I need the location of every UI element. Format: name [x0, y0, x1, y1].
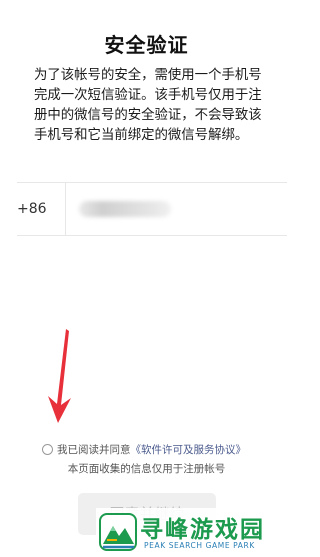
- verification-description: 为了该帐号的安全，需使用一个手机号完成一次短信验证。该手机号仅用于注册中的微信号…: [34, 68, 262, 143]
- watermark: 寻峰游戏园 PEAK SEARCH GAME PARK: [96, 508, 293, 557]
- agreement-link[interactable]: 《软件许可及服务协议》: [131, 442, 247, 457]
- mountain-logo-icon: [99, 513, 137, 551]
- privacy-note: 本页面收集的信息仅用于注册帐号: [67, 463, 226, 475]
- radio-unchecked-icon[interactable]: [42, 443, 53, 455]
- agreement-prefix: 我已阅读并同意: [57, 443, 131, 456]
- agreement-row[interactable]: 我已阅读并同意 《软件许可及服务协议》: [42, 441, 246, 457]
- phone-number-blurred[interactable]: [79, 201, 171, 217]
- watermark-subtitle: PEAK SEARCH GAME PARK: [144, 541, 255, 550]
- country-code[interactable]: +86: [17, 183, 66, 235]
- security-verification-page: 安全验证 为了该帐号的安全，需使用一个手机号完成一次短信验证。该手机号仅用于注册…: [0, 0, 293, 557]
- page-title: 安全验证: [104, 33, 189, 57]
- watermark-title: 寻峰游戏园: [140, 517, 265, 543]
- phone-input-row[interactable]: +86: [17, 182, 287, 236]
- red-arrow-down-icon: [48, 329, 71, 423]
